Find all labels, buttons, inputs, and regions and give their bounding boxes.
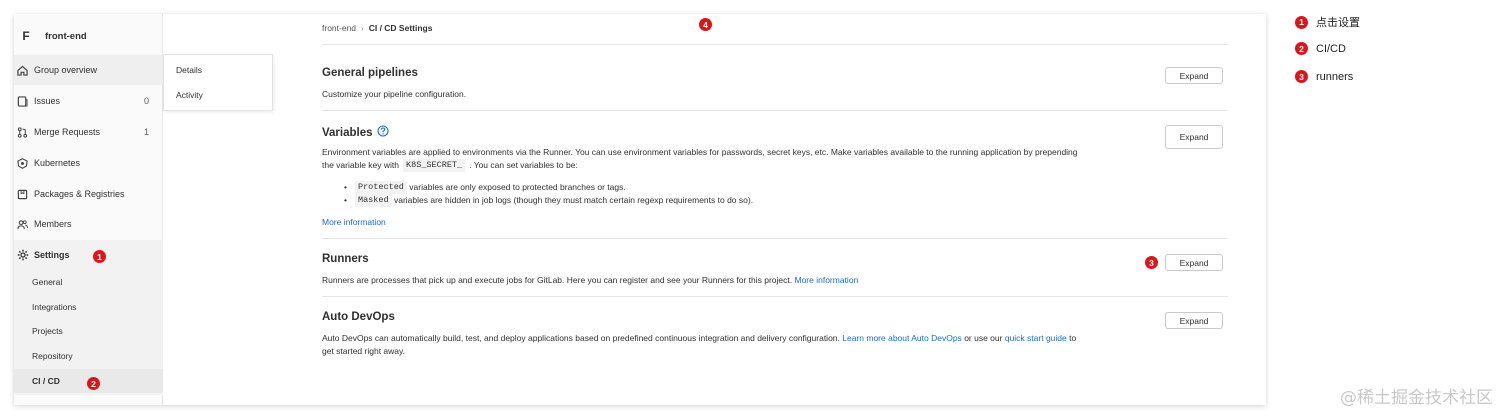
auto-devops-desc-text: to [1069, 333, 1077, 343]
question-icon[interactable] [376, 125, 389, 140]
variables-desc-line2: the variable key with K8S_SECRET_ . You … [322, 159, 1152, 172]
annotation-marker-4: 4 [699, 18, 712, 31]
kubernetes-icon [16, 157, 29, 170]
legend-item: 3 runners [1295, 70, 1353, 83]
home-icon [16, 64, 29, 77]
annotation-marker-2: 2 [87, 377, 100, 390]
flyout-item-activity[interactable]: Activity [176, 90, 203, 100]
sidebar-item-label: Issues [34, 96, 61, 106]
legend-marker: 3 [1295, 70, 1308, 83]
group-overview-flyout: Details Activity [163, 54, 273, 111]
bullet-text: variables are hidden in job logs (though… [393, 195, 754, 205]
sidebar-item-label: Kubernetes [34, 158, 81, 168]
merge-requests-count-badge: 1 [143, 127, 149, 137]
issues-icon [16, 95, 29, 108]
variables-title-row: Variables [322, 125, 389, 140]
breadcrumb-parent[interactable]: front-end [322, 23, 356, 33]
sidebar-item-label: Merge Requests [34, 127, 101, 137]
settings-sub-integrations[interactable]: Integrations [14, 295, 163, 319]
group-sidebar: F front-end Group overview Issues 0 Merg… [14, 14, 163, 405]
gear-icon [16, 249, 29, 262]
divider [322, 44, 1228, 45]
gitlab-window: F front-end Group overview Issues 0 Merg… [14, 14, 1266, 405]
annotation-marker-1: 1 [93, 250, 106, 263]
variables-desc-text: the variable key with [322, 160, 400, 170]
sidebar-item-kubernetes[interactable]: Kubernetes [14, 148, 163, 178]
legend-item: 2 CI/CD [1295, 42, 1346, 55]
group-name: front-end [45, 30, 87, 42]
legend-item: 1 点击设置 [1295, 14, 1360, 30]
issues-count-badge: 0 [143, 96, 149, 106]
divider [322, 238, 1228, 239]
package-icon [16, 188, 29, 201]
sidebar-item-issues[interactable]: Issues 0 [14, 86, 163, 116]
settings-sub-projects[interactable]: Projects [14, 319, 163, 343]
merge-request-icon [16, 126, 29, 139]
users-icon [16, 218, 29, 231]
variables-more-info-link[interactable]: More information [322, 216, 386, 229]
legend-marker: 2 [1295, 42, 1308, 55]
sidebar-item-packages[interactable]: Packages & Registries [14, 179, 163, 209]
list-item: Masked variables are hidden in job logs … [344, 194, 753, 207]
chevron-right-icon: › [361, 23, 364, 33]
auto-devops-desc-text: Auto DevOps can automatically build, tes… [322, 333, 840, 343]
runners-more-info-link[interactable]: More information [795, 275, 859, 285]
breadcrumb-current: CI / CD Settings [368, 23, 433, 33]
runners-title: Runners [322, 253, 369, 265]
variables-bullet-list: Protected variables are only exposed to … [344, 181, 753, 207]
auto-devops-title: Auto DevOps [322, 311, 395, 323]
variables-expand-button[interactable]: Expand [1165, 125, 1223, 149]
legend-text: 点击设置 [1316, 17, 1360, 29]
variables-desc-text: . You can set variables to be: [469, 160, 578, 170]
auto-devops-expand-button[interactable]: Expand [1165, 312, 1223, 329]
k8s-secret-code: K8S_SECRET_ [403, 159, 466, 172]
variables-desc-line1: Environment variables are applied to env… [322, 147, 1078, 157]
flyout-item-details[interactable]: Details [176, 65, 202, 75]
list-item: Protected variables are only exposed to … [344, 181, 753, 194]
quick-start-guide-link[interactable]: quick start guide [1005, 333, 1067, 343]
general-pipelines-title: General pipelines [322, 67, 418, 79]
settings-sub-repository[interactable]: Repository [14, 344, 163, 368]
general-pipelines-expand-button[interactable]: Expand [1165, 67, 1223, 84]
runners-desc-row: Runners are processes that pick up and e… [322, 274, 858, 287]
settings-sub-general[interactable]: General [14, 270, 163, 294]
variables-desc: Environment variables are applied to env… [322, 146, 1152, 172]
legend-marker: 1 [1295, 15, 1308, 29]
sidebar-item-label: Packages & Registries [34, 189, 125, 199]
bullet-text: variables are only exposed to protected … [409, 182, 626, 192]
group-avatar: F [22, 29, 30, 43]
sidebar-item-group-overview[interactable]: Group overview [14, 55, 163, 85]
divider [322, 110, 1228, 111]
divider [322, 296, 1228, 297]
watermark: @稀土掘金技术社区 [1340, 388, 1493, 408]
general-pipelines-desc: Customize your pipeline configuration. [322, 89, 467, 99]
group-header[interactable]: F front-end [14, 20, 163, 52]
learn-more-auto-devops-link[interactable]: Learn more about Auto DevOps [842, 333, 962, 343]
breadcrumb: front-end › CI / CD Settings [322, 23, 432, 33]
runners-expand-button[interactable]: Expand [1165, 254, 1223, 271]
auto-devops-desc-text: or use our [964, 333, 1003, 343]
sidebar-item-merge-requests[interactable]: Merge Requests 1 [14, 117, 163, 147]
runners-desc: Runners are processes that pick up and e… [322, 275, 793, 285]
variables-title: Variables [322, 126, 373, 139]
legend-text: runners [1316, 70, 1354, 83]
sidebar-item-label: Group overview [34, 65, 98, 75]
sidebar-item-settings[interactable]: Settings [14, 240, 163, 270]
sidebar-item-members[interactable]: Members [14, 209, 163, 239]
auto-devops-desc-line2: get started right away. [322, 346, 405, 356]
sidebar-item-label: Members [34, 219, 72, 229]
legend-text: CI/CD [1316, 42, 1346, 55]
protected-code: Protected [354, 181, 407, 194]
annotation-marker-3: 3 [1145, 256, 1158, 269]
auto-devops-desc: Auto DevOps can automatically build, tes… [322, 332, 1152, 358]
masked-code: Masked [354, 194, 392, 207]
